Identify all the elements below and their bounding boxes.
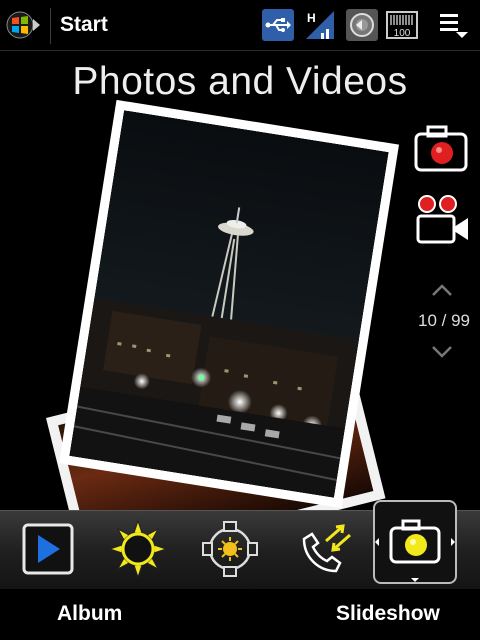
battery-label: 100: [394, 28, 411, 39]
album-softkey[interactable]: Album: [57, 602, 122, 626]
camera-icon: [375, 519, 455, 582]
start-label[interactable]: Start: [60, 13, 108, 37]
chevron-down-icon[interactable]: [430, 344, 454, 360]
photo-image: [69, 110, 389, 498]
status-bar: Start H 100: [0, 0, 480, 51]
camera-mode-button[interactable]: [373, 500, 457, 584]
windows-flag-icon[interactable]: [6, 9, 42, 41]
signal-letter: H: [307, 11, 316, 25]
menu-icon[interactable]: [438, 9, 470, 41]
page-title: Photos and Videos: [72, 60, 408, 103]
slideshow-softkey[interactable]: Slideshow: [336, 602, 440, 626]
start-divider: [50, 8, 51, 44]
photo-frame[interactable]: [58, 99, 400, 509]
photo-counter: 10 / 99: [418, 311, 470, 330]
signal-icon[interactable]: H: [304, 9, 336, 41]
usb-icon[interactable]: [262, 9, 294, 41]
call-icon[interactable]: [296, 519, 356, 579]
battery-icon[interactable]: 100: [386, 9, 418, 41]
video-camera-icon[interactable]: [414, 194, 470, 246]
chevron-up-icon[interactable]: [430, 282, 454, 298]
brightness-icon[interactable]: [200, 519, 260, 579]
camera-capture-icon[interactable]: [414, 124, 468, 172]
sun-icon[interactable]: [108, 519, 168, 579]
speaker-icon[interactable]: [346, 9, 378, 41]
play-icon[interactable]: [18, 519, 78, 579]
